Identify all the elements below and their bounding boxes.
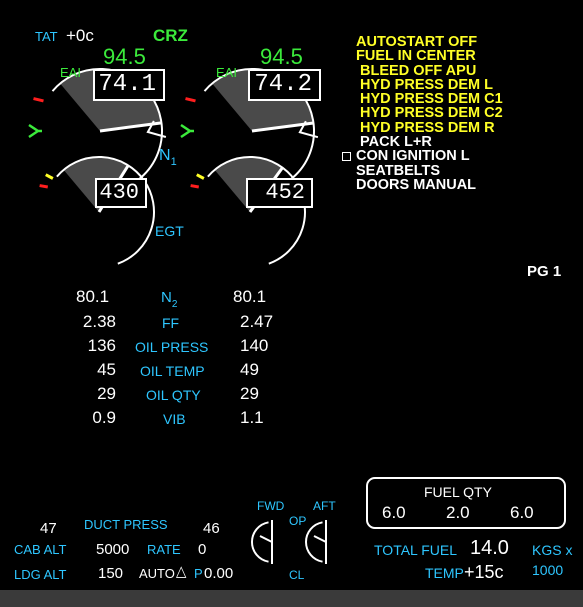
delta-icon: △ <box>176 563 187 580</box>
alert-list: AUTOSTART OFF FUEL IN CENTER BLEED OFF AP… <box>356 34 503 193</box>
outflow-valve-2-pointer <box>313 535 327 543</box>
outflow-valve-1-arc <box>251 521 269 563</box>
total-fuel-label: TOTAL FUEL <box>374 542 457 558</box>
engine2-n1-target-marker <box>180 123 194 139</box>
engine1-egt-amber-mark <box>45 173 54 180</box>
param-label: OIL QTY <box>146 387 201 403</box>
aft-valve-label: AFT <box>313 499 336 513</box>
param-left-value: 0.9 <box>92 408 116 427</box>
n1-label-subscript: 1 <box>170 156 177 168</box>
alert-message: HYD PRESS DEM R <box>356 119 495 136</box>
alert-message: FUEL IN CENTER <box>356 48 476 65</box>
fuel-units-multiplier: 1000 <box>532 562 564 578</box>
n2-left: 80.1 <box>76 287 110 306</box>
alert-message: BLEED OFF APU <box>356 62 477 79</box>
engine1-n1-target-marker <box>28 123 42 139</box>
alert-message: SEATBELTS <box>356 162 441 179</box>
n1-label-text: N <box>159 147 171 164</box>
param-label: OIL PRESS <box>135 339 209 355</box>
alert-message: PACK L+R <box>356 134 432 151</box>
alert-message: CON IGNITION L <box>356 148 470 165</box>
valve-open-label: OP <box>289 514 307 528</box>
engine1-egt-value: 430 <box>99 180 139 205</box>
n2-right: 80.1 <box>233 287 267 306</box>
pack-status-box <box>342 152 351 161</box>
param-right-value: 2.47 <box>240 312 274 331</box>
param-left-value: 45 <box>97 360 116 379</box>
tat-value: +0c <box>66 26 94 45</box>
fuel-temp-value: +15c <box>464 562 504 582</box>
fuel-units-label: KGS x <box>532 542 573 558</box>
total-fuel-value: 14.0 <box>470 537 509 559</box>
delta-p-label: P <box>194 566 203 581</box>
rate-value: 0 <box>198 541 207 558</box>
duct-press-label: DUCT PRESS <box>84 517 168 532</box>
param-right-value: 29 <box>240 384 259 403</box>
alert-message: DOORS MANUAL <box>356 176 477 193</box>
engine1-n1-readout: 74.1 <box>93 69 165 101</box>
ldg-alt-mode: AUTO <box>139 566 175 581</box>
param-label: OIL TEMP <box>140 363 205 379</box>
alert-message: HYD PRESS DEM C2 <box>356 105 503 122</box>
thrust-mode: CRZ <box>153 26 188 45</box>
egt-label: EGT <box>155 223 184 239</box>
param-label: VIB <box>163 411 186 427</box>
engine2-n1-readout: 74.2 <box>248 69 321 101</box>
param-left-value: 2.38 <box>82 312 116 331</box>
param-left-value: 136 <box>87 336 116 355</box>
param-label: FF <box>162 315 180 331</box>
outflow-valve-1-pointer <box>259 535 273 543</box>
engine2-egt-amber-mark <box>196 173 205 180</box>
alert-message: HYD PRESS DEM L <box>356 76 493 93</box>
engine2-egt-readout: 452 <box>246 178 313 208</box>
fuel-qty-label: FUEL QTY <box>424 484 492 500</box>
n1-label: N1 <box>159 147 177 168</box>
ldg-alt-label: LDG ALT <box>14 567 67 582</box>
cab-alt-label: CAB ALT <box>14 542 67 557</box>
delta-p-value: 0.00 <box>204 565 234 582</box>
rate-label: RATE <box>147 542 181 557</box>
engine2-n1-value: 74.2 <box>254 71 312 98</box>
fuel-temp-label: TEMP <box>425 565 464 581</box>
param-left-value: 29 <box>97 384 116 403</box>
fuel-left-tank: 6.0 <box>382 503 406 522</box>
engine1-egt-readout: 430 <box>95 178 147 208</box>
engine2-eai-label: EAI <box>216 65 237 80</box>
n2-label-text: N <box>161 289 172 306</box>
engine1-egt-redline <box>39 184 49 189</box>
ldg-alt-value: 150 <box>98 565 124 582</box>
outflow-valve-2-arc <box>305 521 323 563</box>
fuel-center-tank: 2.0 <box>446 503 470 522</box>
n2-label-subscript: 2 <box>171 299 178 310</box>
fwd-valve-label: FWD <box>257 499 285 513</box>
page-indicator: PG 1 <box>527 263 562 280</box>
engine1-n1-value: 74.1 <box>98 71 156 98</box>
duct-press-left: 47 <box>40 520 57 537</box>
bottom-bar <box>0 590 583 607</box>
eicas-display: TAT +0c CRZ 94.5 EAI 74.1 430 94.5 EAI 7… <box>0 0 583 607</box>
cab-alt-value: 5000 <box>96 541 130 558</box>
valve-closed-label: CL <box>289 568 305 582</box>
param-right-value: 1.1 <box>240 408 264 427</box>
fuel-right-tank: 6.0 <box>510 503 534 522</box>
engine2-egt-value: 452 <box>265 180 305 205</box>
engine2-n1-target: 94.5 <box>260 44 303 69</box>
engine1-n1-redline <box>33 97 44 103</box>
tat-label: TAT <box>35 29 58 44</box>
engine1-eai-label: EAI <box>60 65 81 80</box>
param-right-value: 140 <box>240 336 269 355</box>
alert-message: AUTOSTART OFF <box>356 34 478 50</box>
alert-message: HYD PRESS DEM C1 <box>356 91 503 108</box>
duct-press-right: 46 <box>203 520 220 537</box>
engine2-n1-redline <box>185 97 196 103</box>
param-right-value: 49 <box>240 360 259 379</box>
n2-label: N2 <box>161 289 177 310</box>
engine2-egt-redline <box>190 184 200 189</box>
engine1-n1-target: 94.5 <box>103 44 146 69</box>
